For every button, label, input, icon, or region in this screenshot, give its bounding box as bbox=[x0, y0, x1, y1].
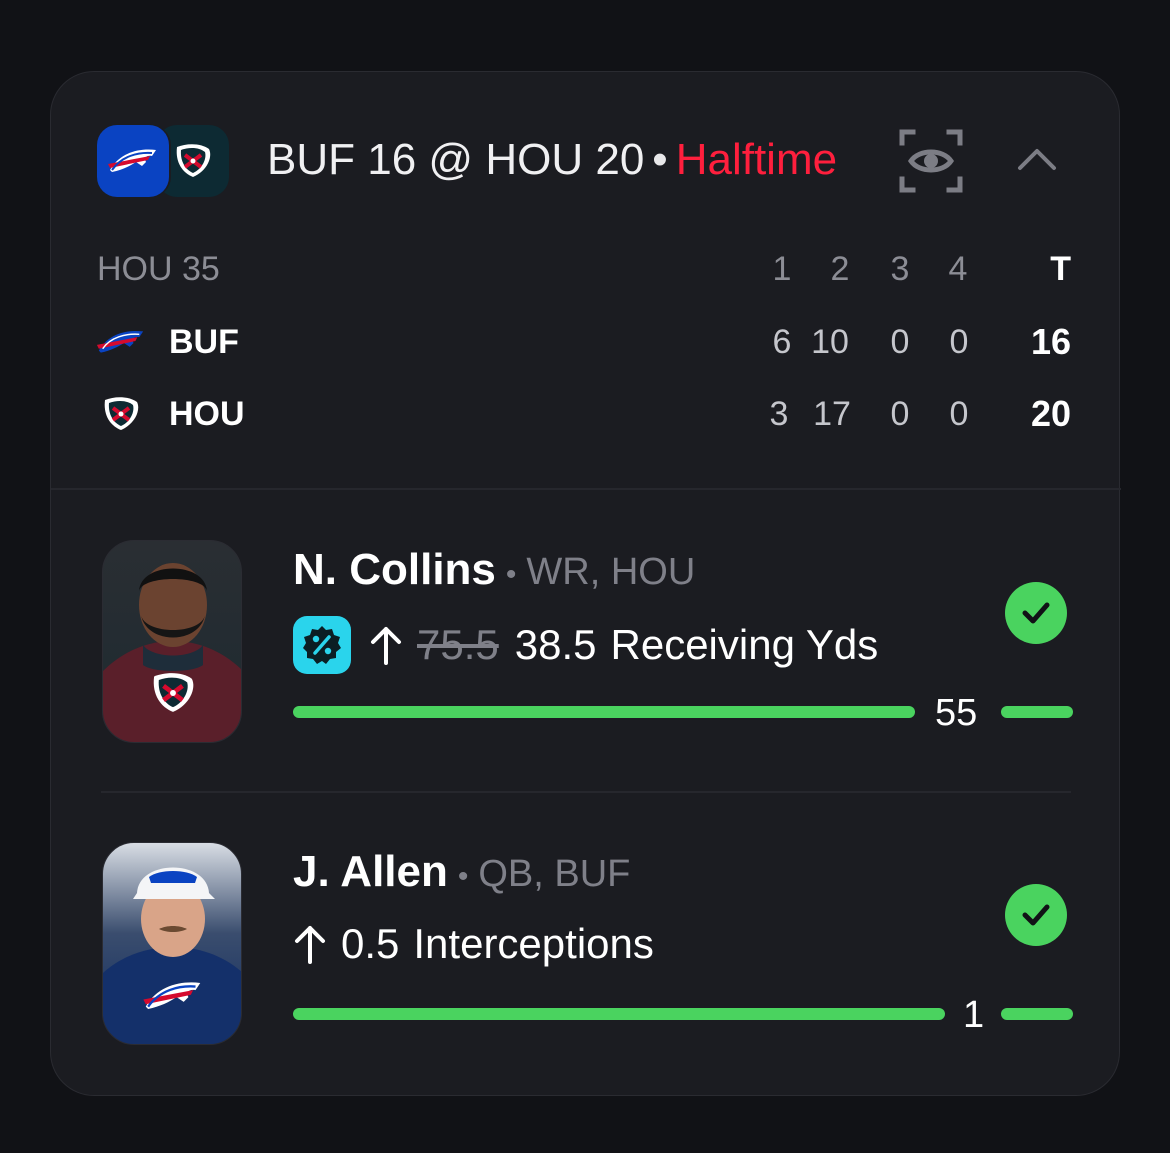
progress-fill bbox=[293, 1008, 945, 1020]
progress-fill bbox=[293, 706, 915, 718]
player-position-team: QB, BUF bbox=[478, 853, 631, 895]
prop-line-value: 38.5 bbox=[514, 621, 597, 668]
quarter-header-1: 1 bbox=[772, 250, 792, 288]
player-position-team: WR, HOU bbox=[526, 551, 696, 593]
game-card: BUF 16 @ HOU 20 • Halftime HOU 35 1 2 3 4 … bbox=[50, 71, 1121, 1096]
prop-line: 0.5 Interceptions bbox=[293, 918, 654, 970]
texans-logo-icon bbox=[153, 673, 194, 712]
scoreboard-row-buf: BUF 6 10 0 0 16 bbox=[51, 318, 1121, 368]
team-total: 20 bbox=[1030, 393, 1071, 434]
quarter-score: 0 bbox=[890, 323, 910, 361]
meta-separator: • bbox=[457, 860, 469, 893]
player-avatar bbox=[102, 842, 242, 1045]
progress-tail bbox=[1001, 706, 1073, 718]
check-icon bbox=[1005, 582, 1067, 644]
scoreboard-row-hou: HOU 3 17 0 0 20 bbox=[51, 390, 1121, 440]
game-status: Halftime bbox=[675, 135, 838, 184]
game-title: BUF 16 @ HOU 20 • Halftime bbox=[267, 134, 837, 186]
home-abbr: HOU bbox=[485, 135, 584, 184]
section-divider bbox=[51, 488, 1121, 490]
home-score: 20 bbox=[595, 135, 645, 184]
bills-logo-icon bbox=[143, 982, 201, 1010]
quarter-score: 0 bbox=[949, 323, 969, 361]
progress-tail bbox=[1001, 1008, 1073, 1020]
prop-line: 75.5 38.5 Receiving Yds bbox=[293, 616, 878, 674]
prop-stat: Interceptions bbox=[413, 920, 654, 967]
check-icon bbox=[1005, 884, 1067, 946]
at-sign: @ bbox=[428, 135, 474, 184]
quarter-header-4: 4 bbox=[948, 250, 968, 288]
away-score: 16 bbox=[367, 135, 417, 184]
bills-logo-tile bbox=[97, 125, 169, 197]
bills-logo-icon bbox=[108, 149, 156, 172]
quarter-score: 10 bbox=[811, 323, 849, 361]
team-abbr: HOU bbox=[169, 395, 245, 433]
bills-logo-icon bbox=[96, 330, 144, 353]
quarter-score: 0 bbox=[890, 395, 910, 433]
prop-line-value: 0.5 bbox=[341, 920, 400, 967]
eye-scan-icon bbox=[899, 129, 963, 193]
player-name: N. Collins bbox=[293, 545, 496, 594]
prop-card-allen[interactable]: J. Allen • QB, BUF 0.5 Interceptions 1 bbox=[51, 842, 1121, 1062]
arrow-up-icon bbox=[295, 926, 325, 964]
possession-info: HOU 35 bbox=[97, 250, 220, 288]
quarter-header-3: 3 bbox=[890, 250, 910, 288]
player-name-line: J. Allen • QB, BUF bbox=[293, 846, 630, 903]
matchup-logos bbox=[97, 125, 229, 197]
meta-separator: • bbox=[505, 558, 517, 591]
quarter-score: 17 bbox=[813, 395, 851, 433]
player-name: J. Allen bbox=[293, 847, 448, 896]
prop-card-collins[interactable]: N. Collins • WR, HOU 75.5 38.5 Receiving Y… bbox=[51, 540, 1121, 760]
total-header: T bbox=[1050, 250, 1071, 288]
progress-bar bbox=[293, 706, 915, 718]
current-value: 55 bbox=[935, 692, 978, 734]
prop-stat: Receiving Yds bbox=[610, 621, 879, 668]
collapse-button[interactable] bbox=[1015, 140, 1059, 176]
progress-bar bbox=[293, 1008, 945, 1020]
chevron-up-icon bbox=[1018, 149, 1056, 170]
percent-boost-icon bbox=[293, 616, 351, 674]
quarter-score: 3 bbox=[769, 395, 789, 433]
player-name-line: N. Collins • WR, HOU bbox=[293, 544, 695, 601]
team-abbr: BUF bbox=[169, 323, 239, 361]
team-total: 16 bbox=[1030, 321, 1071, 362]
current-value: 1 bbox=[963, 994, 985, 1036]
quarter-score: 0 bbox=[949, 395, 969, 433]
arrow-up-icon bbox=[371, 627, 401, 665]
texans-logo-icon bbox=[104, 397, 139, 430]
player-avatar bbox=[102, 540, 242, 743]
original-line: 75.5 bbox=[417, 621, 499, 668]
quarter-score: 6 bbox=[772, 323, 792, 361]
texans-logo-icon bbox=[176, 144, 211, 177]
quarter-header-2: 2 bbox=[830, 250, 850, 288]
title-separator: • bbox=[652, 135, 668, 184]
away-abbr: BUF bbox=[267, 135, 355, 184]
prop-divider bbox=[101, 791, 1071, 793]
watch-button[interactable] bbox=[899, 129, 963, 193]
